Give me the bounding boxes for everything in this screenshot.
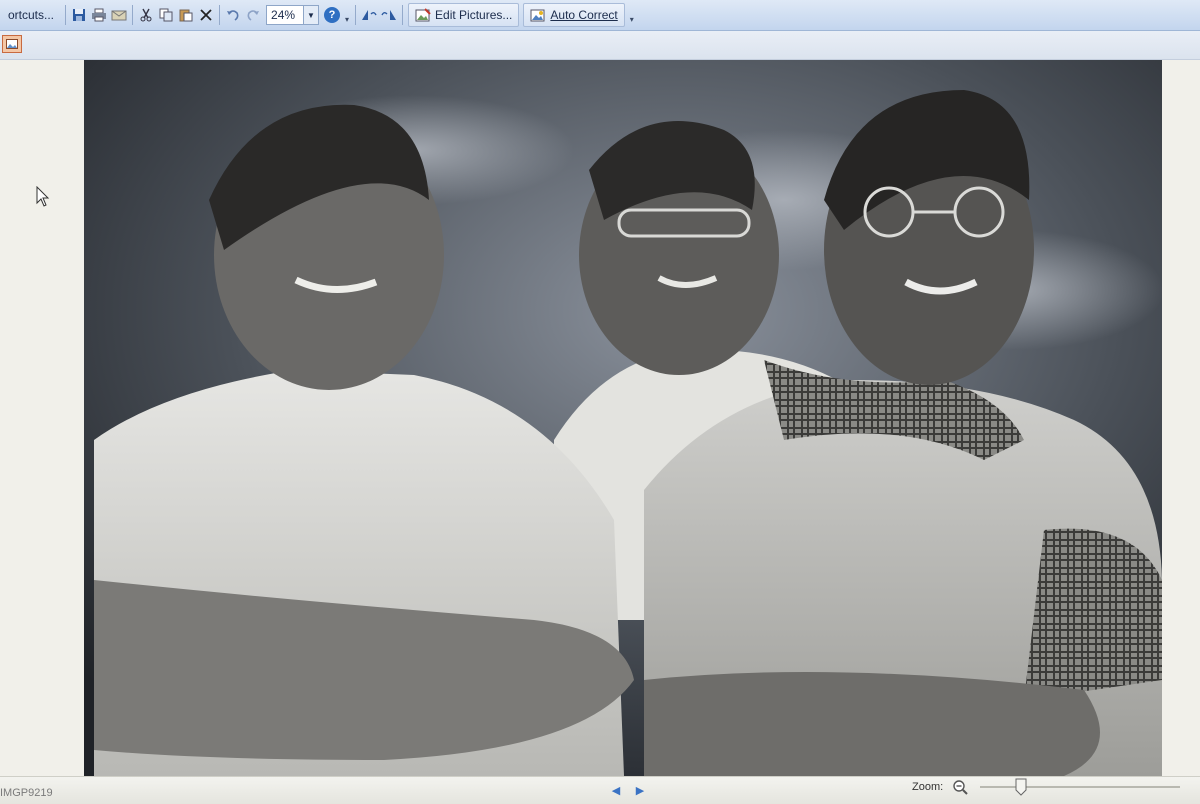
auto-correct-label: Auto Correct <box>550 8 618 22</box>
thumbnail-icon <box>6 39 18 49</box>
toolbar-separator <box>65 5 67 25</box>
zoom-value: 24% <box>271 8 296 22</box>
zoom-slider-track[interactable] <box>980 786 1180 788</box>
cut-icon[interactable] <box>136 5 156 25</box>
help-button[interactable]: ? <box>322 5 342 25</box>
status-bar: IMGP9219 ◀ ▶ Zoom: <box>0 776 1200 804</box>
edit-pictures-button[interactable]: Edit Pictures... <box>408 3 520 27</box>
auto-correct-icon <box>530 9 545 22</box>
previous-image-icon[interactable]: ◀ <box>610 783 622 797</box>
copy-icon[interactable] <box>156 5 176 25</box>
help-icon: ? <box>324 7 341 23</box>
toolbar-separator <box>355 5 357 25</box>
file-name: IMGP9219 <box>0 787 53 799</box>
save-icon[interactable] <box>69 5 89 25</box>
displayed-photo[interactable] <box>84 60 1162 776</box>
rotate-right-icon[interactable] <box>379 5 399 25</box>
toolbar-separator <box>219 5 221 25</box>
rotate-left-icon[interactable] <box>359 5 379 25</box>
thumbnail-view-button[interactable] <box>2 35 22 53</box>
redo-icon[interactable] <box>243 5 263 25</box>
zoom-select[interactable]: 24% ▼ <box>266 5 320 25</box>
shortcuts-menu[interactable]: ortcuts... <box>0 3 62 27</box>
mouse-pointer-icon <box>36 185 50 213</box>
toolbar-separator <box>402 5 404 25</box>
main-toolbar: ortcuts... 24% ▼ ? ▾ Edit Pictures... Au… <box>0 0 1200 31</box>
undo-icon[interactable] <box>223 5 243 25</box>
next-image-icon[interactable]: ▶ <box>634 783 646 797</box>
toolbar-separator <box>132 5 134 25</box>
edit-pictures-label: Edit Pictures... <box>435 8 513 22</box>
image-navigation: ◀ ▶ <box>610 783 646 797</box>
print-icon[interactable] <box>89 5 109 25</box>
zoom-out-icon[interactable] <box>952 779 968 798</box>
edit-pictures-icon <box>415 8 431 22</box>
zoom-slider-thumb[interactable] <box>1015 778 1027 796</box>
chevron-down-icon[interactable]: ▼ <box>303 6 319 24</box>
paste-icon[interactable] <box>176 5 196 25</box>
shortcuts-label: ortcuts... <box>8 8 55 22</box>
zoom-label: Zoom: <box>912 781 944 793</box>
toolbar-options-icon[interactable]: ▾ <box>342 6 352 24</box>
mail-icon[interactable] <box>109 5 129 25</box>
toolbar-options-icon[interactable]: ▾ <box>627 6 637 24</box>
delete-icon[interactable] <box>196 5 216 25</box>
view-bar <box>0 31 1200 60</box>
auto-correct-button[interactable]: Auto Correct <box>523 3 625 27</box>
